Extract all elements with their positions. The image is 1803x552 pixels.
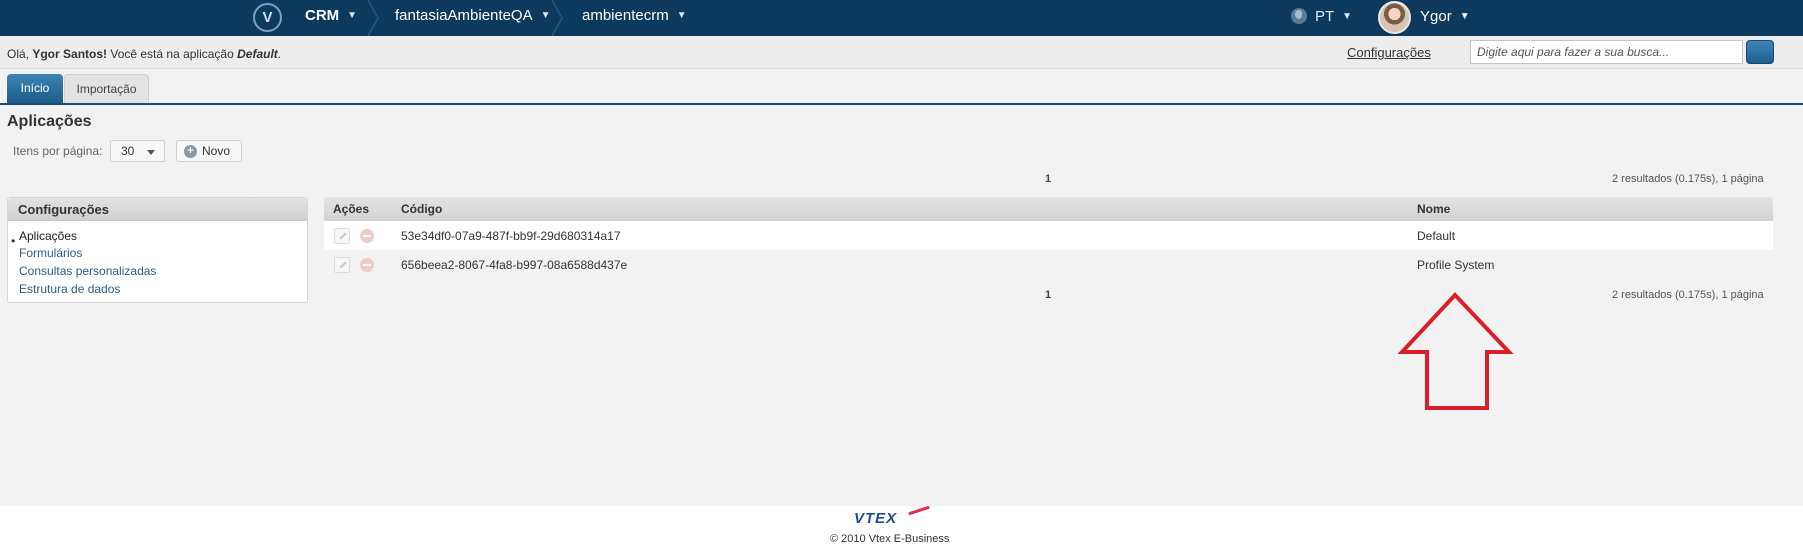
- table-row[interactable]: 656beea2-8067-4fa8-b997-08a6588d437e Pro…: [324, 250, 1773, 279]
- sidebar-item-estrutura[interactable]: Estrutura de dados: [19, 282, 120, 296]
- language-selector[interactable]: PT ▼: [1315, 0, 1352, 33]
- chevron-down-icon: ▼: [676, 10, 687, 21]
- column-header-codigo[interactable]: Código: [401, 202, 442, 216]
- sidebar-item-consultas[interactable]: Consultas personalizadas: [19, 264, 156, 278]
- column-header-acoes: Ações: [333, 202, 370, 216]
- welcome-middle: Você está na aplicação: [107, 47, 238, 61]
- user-name: Ygor: [1420, 8, 1452, 25]
- column-header-nome[interactable]: Nome: [1417, 202, 1450, 216]
- configuracoes-link[interactable]: Configurações: [1347, 45, 1431, 60]
- copyright-text: © 2010 Vtex E-Business: [830, 533, 950, 545]
- page-title: Aplicações: [7, 113, 92, 130]
- per-page-value: 30: [121, 144, 135, 158]
- vtex-logo-icon[interactable]: V: [253, 3, 282, 32]
- breadcrumb-crm[interactable]: CRM ▼: [305, 0, 357, 36]
- globe-icon[interactable]: [1291, 8, 1307, 24]
- table-row[interactable]: 53e34df0-07a9-487f-bb9f-29d680314a17 Def…: [324, 221, 1773, 250]
- chevron-down-icon: ▼: [540, 10, 551, 21]
- breadcrumb-store-label: fantasiaAmbienteQA: [395, 7, 533, 24]
- breadcrumb-environment-label: ambientecrm: [582, 7, 669, 24]
- search-input[interactable]: [1470, 40, 1743, 64]
- config-sidebar: Configurações • Aplicações Formulários C…: [7, 197, 308, 303]
- user-menu[interactable]: Ygor ▼: [1420, 0, 1470, 33]
- results-summary-top: 2 resultados (0.175s), 1 página: [1612, 173, 1764, 185]
- edit-icon[interactable]: [334, 257, 350, 273]
- table-header: Ações Código Nome: [324, 197, 1773, 221]
- annotation-arrow: [1398, 292, 1514, 410]
- per-page-label: Itens por página:: [13, 144, 103, 158]
- welcome-user-name: Ygor Santos!: [32, 47, 108, 61]
- active-bullet: •: [11, 234, 16, 248]
- welcome-message: Olá, Ygor Santos! Você está na aplicação…: [7, 47, 281, 61]
- chevron-down-icon: ▼: [1459, 11, 1470, 22]
- search-button[interactable]: [1746, 40, 1774, 64]
- vtex-footer-logo: VTEX: [854, 510, 898, 527]
- breadcrumb-crm-label: CRM: [305, 7, 340, 24]
- caret-down-icon: [147, 150, 155, 155]
- cell-code: 53e34df0-07a9-487f-bb9f-29d680314a17: [401, 229, 621, 243]
- language-label: PT: [1315, 8, 1335, 25]
- chevron-down-icon: ▼: [1342, 11, 1353, 22]
- per-page-select[interactable]: 30: [110, 140, 165, 162]
- cell-name: Default: [1417, 229, 1456, 243]
- chevron-down-icon: ▼: [347, 10, 358, 21]
- cell-code: 656beea2-8067-4fa8-b997-08a6588d437e: [401, 258, 628, 272]
- new-button[interactable]: + Novo: [176, 140, 242, 162]
- top-navbar: V CRM ▼ fantasiaAmbienteQA ▼ ambientecrm ▼ …: [0, 0, 1803, 36]
- breadcrumb-environment[interactable]: ambientecrm ▼: [582, 0, 687, 36]
- delete-icon[interactable]: [360, 229, 374, 243]
- welcome-suffix: .: [277, 47, 282, 61]
- tab-bar: Início Importação: [0, 74, 1803, 105]
- breadcrumb-separator: [550, 0, 564, 36]
- breadcrumb-separator: [366, 0, 380, 36]
- sidebar-item-formularios[interactable]: Formulários: [19, 246, 82, 260]
- cell-name: Profile System: [1417, 258, 1495, 272]
- footer: VTEX © 2010 Vtex E-Business: [0, 506, 1803, 552]
- results-summary-bottom: 2 resultados (0.175s), 1 página: [1612, 289, 1764, 301]
- delete-icon[interactable]: [360, 258, 374, 272]
- avatar[interactable]: [1378, 1, 1411, 34]
- pagination-page-bottom[interactable]: 1: [1045, 289, 1051, 301]
- tab-importacao[interactable]: Importação: [64, 74, 149, 103]
- sidebar-item-aplicacoes[interactable]: Aplicações: [19, 229, 77, 243]
- pagination-page-top[interactable]: 1: [1045, 173, 1051, 185]
- tab-inicio[interactable]: Início: [7, 74, 63, 103]
- welcome-app-name: Default: [237, 47, 278, 61]
- sidebar-title: Configurações: [8, 198, 307, 221]
- plus-icon: +: [184, 145, 197, 158]
- new-button-label: Novo: [202, 144, 231, 158]
- edit-icon[interactable]: [334, 228, 350, 244]
- breadcrumb-store[interactable]: fantasiaAmbienteQA ▼: [395, 0, 550, 36]
- welcome-prefix: Olá,: [7, 47, 33, 61]
